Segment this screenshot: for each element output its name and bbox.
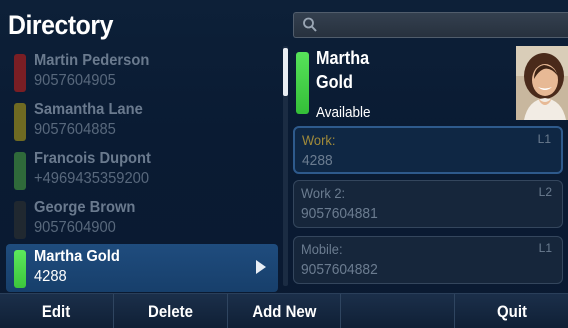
- list-item-martin-pederson[interactable]: Martin Pederson 9057604905: [6, 48, 278, 96]
- list-item-george-brown[interactable]: George Brown 9057604900: [6, 195, 278, 243]
- field-label: Work:: [302, 132, 336, 148]
- quit-button[interactable]: Quit: [455, 294, 568, 328]
- list-item-francois-dupont[interactable]: Francois Dupont +4969435359200: [6, 146, 278, 194]
- field-label: Mobile:: [301, 241, 343, 257]
- directory-screen: Directory Martin Pederson 9057604905 Sam…: [0, 0, 568, 328]
- field-value: 4288: [302, 152, 333, 169]
- field-work-2[interactable]: Work 2: 9057604881 L2: [293, 180, 563, 228]
- contact-number: 9057604885: [34, 121, 116, 138]
- contact-number: 9057604905: [34, 72, 116, 89]
- detail-last-name: Gold: [316, 72, 353, 92]
- search-input[interactable]: [324, 16, 558, 36]
- contact-name: George Brown: [34, 199, 136, 216]
- delete-button[interactable]: Delete: [114, 294, 228, 328]
- add-new-button[interactable]: Add New: [228, 294, 342, 328]
- line-indicator: L1: [538, 241, 552, 255]
- softkey-label: Edit: [42, 301, 71, 321]
- empty-softkey[interactable]: [341, 294, 456, 328]
- detail-presence-indicator: [296, 52, 309, 114]
- edit-button[interactable]: Edit: [0, 294, 114, 328]
- page-title: Directory: [8, 10, 113, 40]
- contact-name: Samantha Lane: [34, 101, 143, 118]
- line-indicator: L1: [537, 132, 551, 146]
- presence-indicator: [14, 250, 26, 288]
- softkey-label: Quit: [496, 301, 527, 321]
- softkey-bar: Edit Delete Add New Quit: [0, 293, 568, 328]
- search-icon: [302, 16, 318, 39]
- list-item-martha-gold[interactable]: Martha Gold 4288: [6, 244, 278, 292]
- presence-indicator: [14, 152, 26, 190]
- search-box[interactable]: [293, 12, 568, 38]
- detail-presence-status: Available: [316, 104, 371, 121]
- field-work[interactable]: Work: 4288 L1: [293, 126, 563, 174]
- contact-name: Martin Pederson: [34, 52, 150, 69]
- presence-indicator: [14, 103, 26, 141]
- field-label: Work 2:: [301, 185, 346, 201]
- softkey-label: Delete: [147, 301, 193, 321]
- contact-photo: [516, 46, 568, 120]
- line-indicator: L2: [538, 185, 552, 199]
- contact-number: +4969435359200: [34, 170, 150, 187]
- scrollbar-thumb[interactable]: [283, 48, 288, 96]
- contact-number: 9057604900: [34, 219, 116, 236]
- presence-indicator: [14, 201, 26, 239]
- field-value: 9057604881: [301, 205, 378, 222]
- softkey-label: Add New: [251, 301, 316, 321]
- list-item-samantha-lane[interactable]: Samantha Lane 9057604885: [6, 97, 278, 145]
- list-scrollbar[interactable]: [283, 46, 288, 286]
- contact-number: 4288: [34, 268, 67, 285]
- contact-name: Francois Dupont: [34, 150, 151, 167]
- detail-first-name: Martha: [316, 48, 370, 68]
- field-value: 9057604882: [301, 261, 378, 278]
- contact-name: Martha Gold: [34, 248, 120, 265]
- play-arrow-icon: [256, 260, 266, 274]
- field-mobile[interactable]: Mobile: 9057604882 L1: [293, 236, 563, 284]
- contact-list: Martin Pederson 9057604905 Samantha Lane…: [0, 46, 282, 292]
- presence-indicator: [14, 54, 26, 92]
